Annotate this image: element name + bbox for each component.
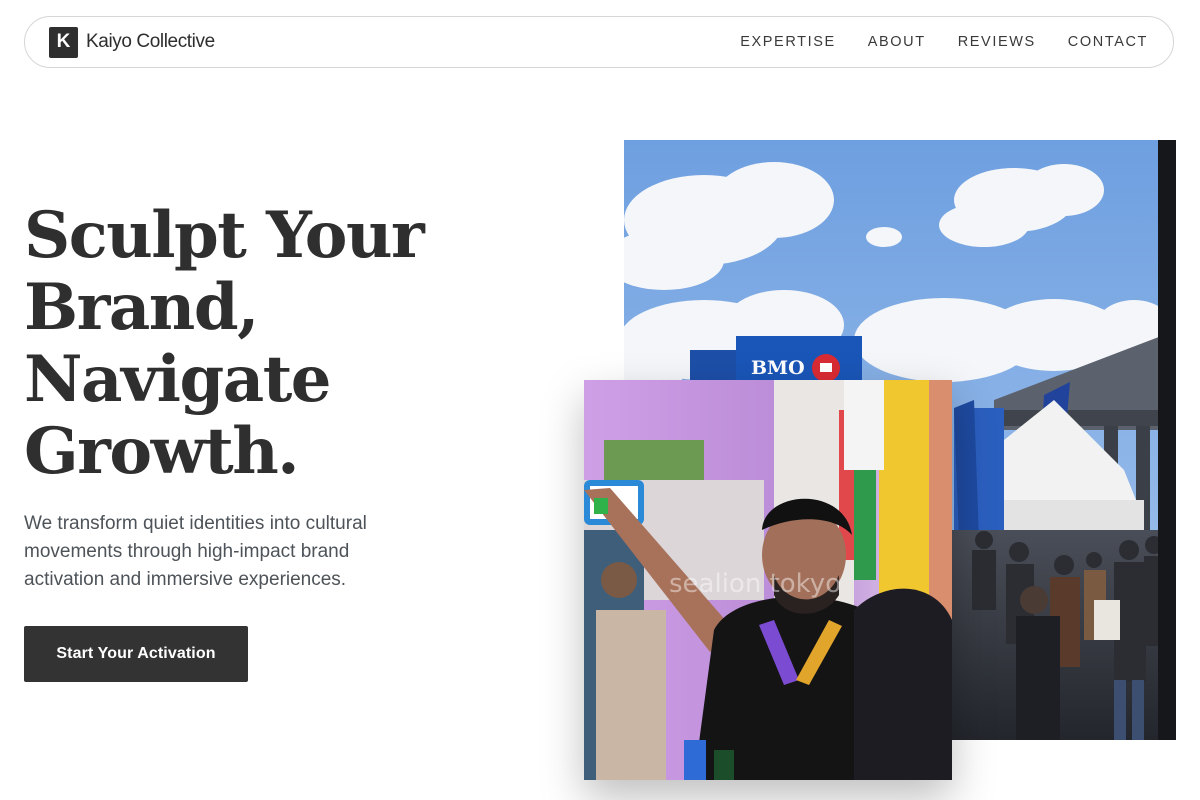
start-activation-button[interactable]: Start Your Activation (24, 626, 248, 682)
brand-logo[interactable]: K Kaiyo Collective (49, 26, 215, 58)
nav-link-reviews[interactable]: REVIEWS (958, 34, 1036, 50)
brand-name: Kaiyo Collective (86, 31, 215, 52)
headline-line: Sculpt Your (24, 198, 425, 273)
photo-watermark: sealion tokyo (669, 569, 841, 599)
bmo-sign: BMO (751, 357, 805, 379)
headline-line: Growth. (24, 414, 300, 489)
nav-link-contact[interactable]: CONTACT (1068, 34, 1148, 50)
selfie-event-photo: sealion tokyo (584, 380, 952, 780)
hero-subtext: We transform quiet identities into cultu… (24, 513, 367, 590)
nav-link-about[interactable]: ABOUT (868, 34, 926, 50)
headline-line: Navigate (24, 342, 331, 417)
hero-headline: Sculpt Your Brand, Navigate Growth. (24, 200, 544, 488)
nav-link-expertise[interactable]: EXPERTISE (740, 34, 836, 50)
nav-links: EXPERTISE ABOUT REVIEWS CONTACT (740, 34, 1148, 50)
headline-line: Brand, (24, 270, 259, 345)
logo-mark-icon: K (49, 26, 78, 58)
top-navigation: K Kaiyo Collective EXPERTISE ABOUT REVIE… (24, 16, 1174, 68)
